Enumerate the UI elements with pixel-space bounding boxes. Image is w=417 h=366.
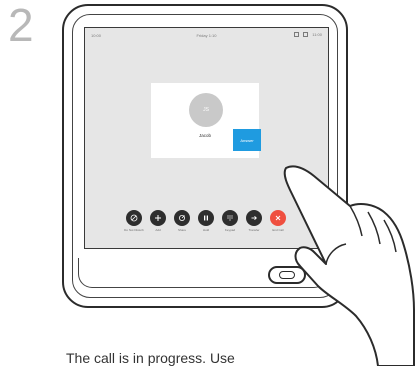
share-icon [174,210,190,226]
share-button[interactable]: Share [171,210,193,232]
transfer-icon [246,210,262,226]
avatar-initials: JS [203,107,209,113]
status-right-text: 11:00 [312,32,322,37]
keypad-icon [222,210,238,226]
hold-button[interactable]: Hold [195,210,217,232]
transfer-button[interactable]: Transfer [243,210,265,232]
screen-share-icon[interactable] [294,32,300,37]
step-number: 2 [8,0,34,51]
contacts-icon[interactable] [303,32,309,37]
avatar: JS [189,93,223,127]
hold-label: Hold [202,228,210,232]
instruction-caption: The call is in progress. Use [66,350,235,366]
answer-button[interactable]: Answer [233,129,261,151]
instruction-page: 2 10:00 Friday 1:10 11:00 JS Jacob Answe… [0,0,417,366]
pause-icon [198,210,214,226]
status-left-text: 10:00 [91,33,102,38]
transfer-label: Transfer [248,228,260,232]
keypad-label: Keypad [224,228,236,232]
keypad-button[interactable]: Keypad [219,210,241,232]
status-bar: 10:00 Friday 1:10 11:00 [85,28,328,42]
plus-icon [150,210,166,226]
status-center-text: Friday 1:10 [196,33,217,38]
dnd-icon [126,210,142,226]
pointing-hand-icon [283,165,415,366]
dnd-label: Do Not Disturb [124,228,144,232]
add-button[interactable]: Add [147,210,169,232]
status-right-group: 11:00 [294,32,322,37]
add-label: Add [155,228,161,232]
share-label: Share [177,228,186,232]
dnd-button[interactable]: Do Not Disturb [123,210,145,232]
